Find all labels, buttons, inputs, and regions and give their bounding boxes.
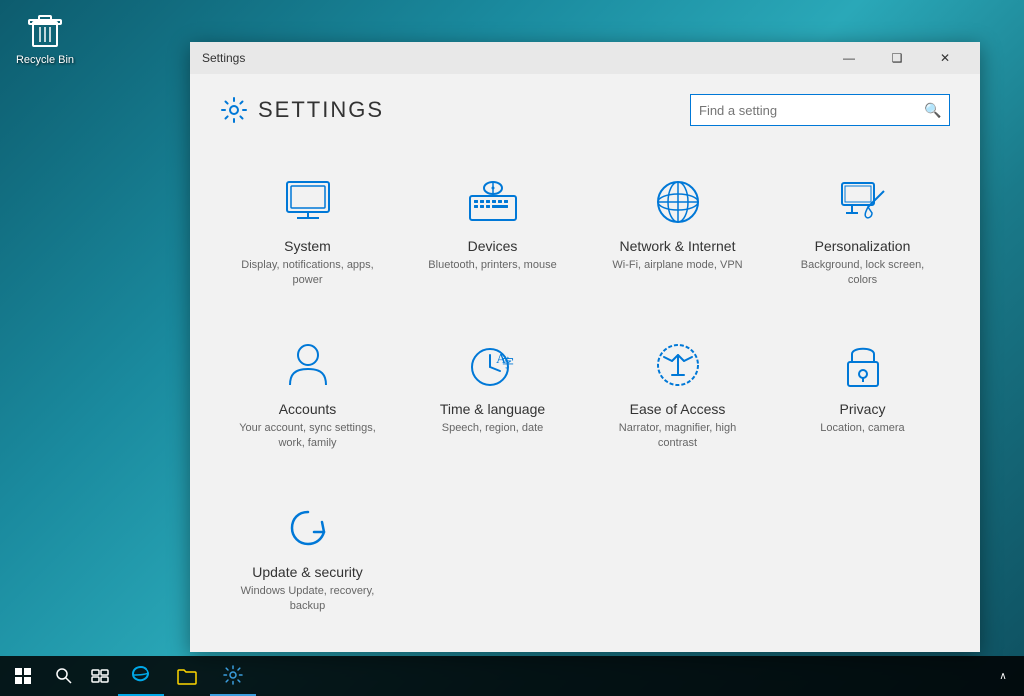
privacy-desc: Location, camera (820, 421, 904, 436)
time-icon: A 字 (468, 339, 518, 391)
time-name: Time & language (440, 401, 545, 417)
tray-chevron[interactable]: ∧ (990, 656, 1016, 696)
settings-search-input[interactable] (691, 103, 917, 118)
settings-header: SETTINGS 🔍 (220, 94, 950, 126)
settings-window: Settings — ❑ ✕ SETTINGS (190, 42, 980, 652)
taskbar-edge-button[interactable] (118, 656, 164, 696)
update-name: Update & security (252, 564, 363, 580)
personalization-desc: Background, lock screen, colors (785, 258, 940, 289)
settings-title-area: SETTINGS (220, 96, 384, 124)
desktop: Recycle Bin Settings — ❑ ✕ (0, 0, 1024, 696)
accounts-name: Accounts (279, 401, 337, 417)
ease-icon (654, 339, 702, 391)
search-icon (56, 668, 72, 684)
title-bar: Settings — ❑ ✕ (190, 42, 980, 74)
settings-item-update[interactable]: Update & security Windows Update, recove… (220, 482, 395, 635)
accounts-desc: Your account, sync settings, work, famil… (230, 421, 385, 452)
system-name: System (284, 238, 331, 254)
svg-text:字: 字 (502, 355, 514, 370)
title-bar-title: Settings (202, 51, 826, 65)
settings-title-text: SETTINGS (258, 97, 384, 123)
devices-icon (466, 176, 520, 228)
settings-grid: System Display, notifications, apps, pow… (220, 156, 950, 634)
settings-item-time[interactable]: A 字 Time & language Speech, region, date (405, 319, 580, 472)
settings-gear-icon (220, 96, 248, 124)
edge-icon (131, 665, 151, 685)
folder-icon (177, 667, 197, 685)
taskbar: ∧ (0, 656, 1024, 696)
taskbar-search-button[interactable] (46, 656, 82, 696)
accounts-icon (286, 339, 330, 391)
settings-item-network[interactable]: Network & Internet Wi-Fi, airplane mode,… (590, 156, 765, 309)
system-desc: Display, notifications, apps, power (230, 258, 385, 289)
taskbar-settings-button[interactable] (210, 656, 256, 696)
minimize-button[interactable]: — (826, 42, 872, 74)
settings-item-devices[interactable]: Devices Bluetooth, printers, mouse (405, 156, 580, 309)
system-icon (283, 176, 333, 228)
update-desc: Windows Update, recovery, backup (230, 584, 385, 615)
title-bar-controls: — ❑ ✕ (826, 42, 968, 74)
settings-item-system[interactable]: System Display, notifications, apps, pow… (220, 156, 395, 309)
task-view-button[interactable] (82, 656, 118, 696)
settings-item-accounts[interactable]: Accounts Your account, sync settings, wo… (220, 319, 395, 472)
windows-logo-icon (15, 668, 31, 684)
privacy-name: Privacy (840, 401, 886, 417)
network-icon (654, 176, 702, 228)
time-desc: Speech, region, date (442, 421, 544, 436)
personalization-icon (838, 176, 888, 228)
devices-name: Devices (468, 238, 518, 254)
taskbar-explorer-button[interactable] (164, 656, 210, 696)
update-icon (284, 502, 332, 554)
ease-name: Ease of Access (630, 401, 726, 417)
privacy-icon (842, 339, 884, 391)
maximize-button[interactable]: ❑ (874, 42, 920, 74)
taskbar-settings-icon (223, 665, 243, 685)
network-desc: Wi-Fi, airplane mode, VPN (612, 258, 742, 273)
close-button[interactable]: ✕ (922, 42, 968, 74)
settings-item-privacy[interactable]: Privacy Location, camera (775, 319, 950, 472)
settings-item-personalization[interactable]: Personalization Background, lock screen,… (775, 156, 950, 309)
settings-content: SETTINGS 🔍 (190, 74, 980, 652)
recycle-bin[interactable]: Recycle Bin (10, 10, 80, 66)
start-button[interactable] (0, 656, 46, 696)
settings-search-box[interactable]: 🔍 (690, 94, 950, 126)
personalization-name: Personalization (815, 238, 911, 254)
settings-item-ease[interactable]: Ease of Access Narrator, magnifier, high… (590, 319, 765, 472)
task-view-icon (91, 669, 109, 683)
taskbar-tray: ∧ (982, 656, 1024, 696)
network-name: Network & Internet (620, 238, 736, 254)
recycle-bin-label: Recycle Bin (16, 54, 74, 66)
search-icon[interactable]: 🔍 (917, 94, 949, 126)
ease-desc: Narrator, magnifier, high contrast (600, 421, 755, 452)
devices-desc: Bluetooth, printers, mouse (428, 258, 556, 273)
